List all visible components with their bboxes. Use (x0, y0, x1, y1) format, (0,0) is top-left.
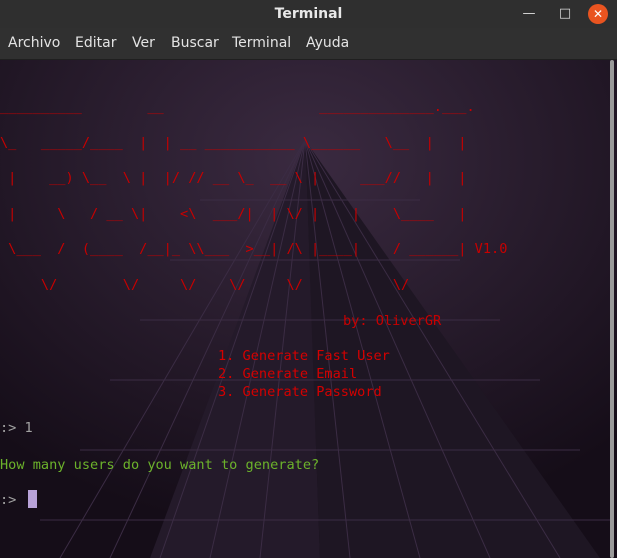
prompt-answer-line: :> 1 (0, 420, 33, 436)
author-credit: by: OliverGR (343, 313, 442, 329)
ascii-art-line-6: \/ \/ \/ \/ \/ \/ (0, 277, 410, 293)
text-cursor (28, 490, 37, 508)
title-bar: Terminal — □ ✕ (0, 0, 617, 28)
input-prompt: :> (0, 492, 25, 508)
maximize-icon[interactable]: □ (555, 4, 575, 24)
ascii-art-line-3: | __) \__ \ | |/ // __ \_ __ \ | ___// |… (0, 170, 467, 186)
menu-bar: Archivo Editar Ver Buscar Terminal Ayuda (0, 28, 617, 60)
option-fast-user: 1. Generate Fast User (218, 348, 390, 364)
ascii-art-line-4: | \ / __ \| <\ ___/| | \/ | | \____ | (0, 206, 467, 222)
menu-archivo[interactable]: Archivo (8, 28, 60, 59)
ascii-art-line-5: \___ / (____ /__|_ \\___ >__| /\ |____| … (0, 241, 508, 257)
minimize-icon[interactable]: — (519, 4, 539, 24)
menu-buscar[interactable]: Buscar (171, 28, 219, 59)
option-password: 3. Generate Password (218, 384, 382, 400)
ascii-art-line-2: \_ _____/____ | | __ ___________ \______… (0, 135, 467, 151)
menu-ver[interactable]: Ver (132, 28, 155, 59)
close-icon[interactable]: ✕ (588, 4, 608, 24)
scrollbar[interactable] (610, 60, 614, 558)
menu-ayuda[interactable]: Ayuda (306, 28, 349, 59)
question-line: How many users do you want to generate? (0, 457, 320, 473)
terminal-area[interactable]: __________ __ ______________.___. \_ ___… (0, 60, 617, 558)
option-email: 2. Generate Email (218, 366, 358, 382)
terminal-window: Terminal — □ ✕ Archivo Editar Ver Buscar… (0, 0, 617, 558)
menu-editar[interactable]: Editar (75, 28, 116, 59)
ascii-art-line-1: __________ __ ______________.___. (0, 99, 475, 115)
menu-terminal[interactable]: Terminal (232, 28, 291, 59)
